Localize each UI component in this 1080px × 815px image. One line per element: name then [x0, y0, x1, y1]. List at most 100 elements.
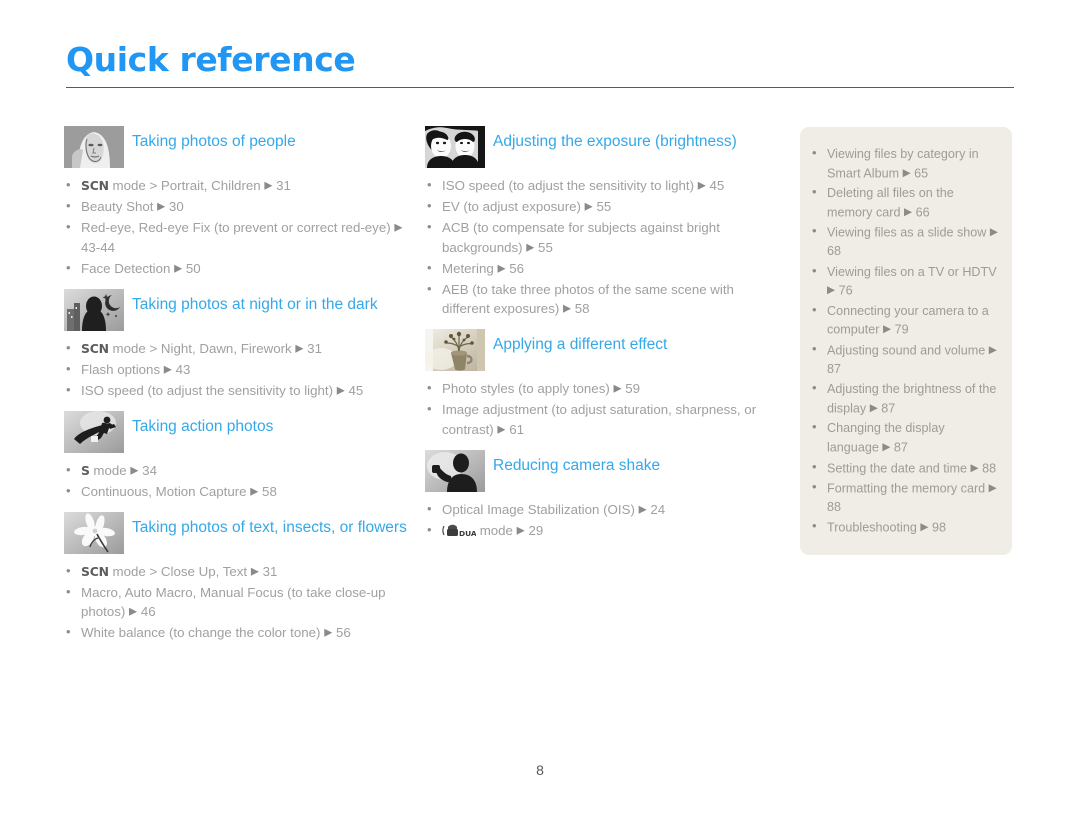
page-ref-arrow-icon: ▶ [295, 342, 304, 354]
list-item-text: Continuous, Motion Capture [81, 483, 251, 499]
page-ref-number: 55 [596, 199, 612, 214]
mode-tag: SCN [81, 563, 109, 579]
page-ref-arrow-icon: ▶ [903, 205, 913, 218]
portrait-face-thumbnail [64, 126, 124, 168]
list-item: EV (to adjust exposure) ▶ 55 [425, 196, 775, 217]
page-ref-number: 59 [625, 381, 641, 396]
section-header: Adjusting the exposure (brightness) [425, 124, 775, 170]
page-ref-arrow-icon: ▶ [157, 200, 166, 213]
two-faces-exposure-thumbnail [425, 126, 485, 168]
list-item-text: Setting the date and time [827, 461, 971, 475]
page-title: Quick reference [66, 40, 356, 79]
list-item: Troubleshooting ▶ 98 [810, 517, 998, 537]
right-column: Viewing files by category in Smart Album… [800, 127, 1012, 555]
list-item-text: Troubleshooting [827, 520, 921, 535]
section-header: Taking photos of text, insects, or flowe… [64, 510, 412, 556]
reference-section: Taking action photos S mode ▶ 34 Continuo… [64, 409, 412, 502]
page-ref-arrow-icon: ▶ [827, 284, 836, 297]
list-item: SCN mode > Portrait, Children ▶ 31 [64, 175, 412, 196]
list-item-text: Adjusting sound and volume [827, 343, 989, 358]
page-ref-arrow-icon: ▶ [250, 565, 259, 577]
page-ref-number: 56 [335, 625, 351, 640]
list-item-text: Red-eye, Red-eye Fix (to prevent or corr… [81, 220, 395, 235]
page-ref-arrow-icon: ▶ [989, 226, 998, 239]
left-column: Taking photos of people SCN mode > Portr… [64, 124, 412, 651]
list-item: AEB (to take three photos of the same sc… [425, 279, 775, 320]
page-ref-number: 30 [168, 199, 184, 214]
reference-section: Adjusting the exposure (brightness) ISO … [425, 124, 775, 319]
page-ref-arrow-icon: ▶ [613, 382, 622, 395]
page-ref-arrow-icon: ▶ [394, 221, 403, 234]
list-item-text: ACB (to compensate for subjects against … [442, 220, 720, 255]
page-ref-arrow-icon: ▶ [562, 302, 572, 315]
page-ref-number: 68 [827, 244, 842, 259]
page-ref-number: 87 [827, 362, 842, 377]
list-item-text: ISO speed (to adjust the sensitivity to … [81, 382, 337, 398]
page-ref-arrow-icon: ▶ [869, 401, 878, 414]
page-ref-number: 58 [262, 483, 277, 499]
list-item: Viewing files on a TV or HDTV ▶ 76 [810, 262, 998, 301]
list-item: Image adjustment (to adjust saturation, … [425, 399, 775, 440]
list-item-text: Optical Image Stabilization (OIS) [442, 501, 639, 517]
svg-text:DUAL: DUAL [459, 529, 476, 538]
section-header: Applying a different effect [425, 327, 775, 373]
section-title: Taking photos at night or in the dark [132, 295, 378, 313]
list-item-text: EV (to adjust exposure) [442, 199, 585, 214]
middle-column: Adjusting the exposure (brightness) ISO … [425, 124, 775, 549]
page-ref-number: 31 [276, 178, 291, 193]
page-ref-number: 76 [838, 283, 853, 298]
section-title: Reducing camera shake [493, 456, 661, 474]
list-item-text: Viewing files as a slide show [827, 225, 990, 240]
page-ref-number: 87 [893, 440, 908, 455]
section-header: Taking photos at night or in the dark [64, 287, 412, 333]
page-ref-number: 56 [509, 260, 525, 276]
section-list: SCN mode > Night, Dawn, Firework ▶ 31Fla… [64, 338, 412, 401]
page-ref-number: 58 [574, 301, 590, 316]
list-item: ACB (to compensate for subjects against … [425, 217, 775, 258]
section-header: Reducing camera shake [425, 448, 775, 494]
page-ref-arrow-icon: ▶ [526, 241, 535, 253]
list-item: Setting the date and time ▶ 88 [810, 457, 998, 478]
page-ref-number: 46 [140, 604, 156, 619]
page-ref-arrow-icon: ▶ [970, 461, 979, 474]
list-item: Adjusting the brightness of the display … [810, 379, 998, 418]
list-item-text: mode [476, 522, 517, 538]
list-item-text: Adjusting the brightness of the display [827, 382, 997, 416]
page-ref-arrow-icon: ▶ [882, 440, 891, 453]
page-ref-arrow-icon: ▶ [163, 363, 172, 375]
page-ref-arrow-icon: ▶ [324, 626, 333, 639]
section-list: SCN mode > Portrait, Children ▶ 31Beauty… [64, 175, 412, 279]
page-ref-arrow-icon: ▶ [497, 423, 506, 435]
section-list: Photo styles (to apply tones) ▶ 59 Image … [425, 378, 775, 440]
list-item: Beauty Shot ▶ 30 [64, 196, 412, 217]
flower-macro-thumbnail [64, 511, 124, 554]
page-ref-arrow-icon: ▶ [497, 262, 506, 274]
mode-tag: SCN [81, 340, 109, 356]
section-list: ISO speed (to adjust the sensitivity to … [425, 175, 775, 320]
page-ref-arrow-icon: ▶ [988, 482, 997, 495]
list-item: Deleting all files on the memory card ▶ … [810, 183, 998, 222]
list-item-text: Image adjustment (to adjust saturation, … [442, 402, 757, 437]
reference-section: Taking photos of people SCN mode > Portr… [64, 124, 412, 279]
page-ref-arrow-icon: ▶ [638, 503, 647, 515]
list-item: DUAL mode ▶ 29 [425, 520, 775, 541]
page-ref-number: 34 [142, 462, 157, 478]
page-ref-arrow-icon: ▶ [336, 384, 345, 396]
page-ref-number: 87 [881, 401, 896, 416]
list-item-text: Deleting all files on the memory card [827, 186, 954, 220]
list-item: SCN mode > Close Up, Text ▶ 31 [64, 561, 412, 582]
page-ref-number: 88 [982, 461, 997, 475]
list-item: Viewing files by category in Smart Album… [810, 144, 998, 183]
list-item: S mode ▶ 34 [64, 460, 412, 481]
section-title: Taking action photos [132, 417, 274, 435]
section-title: Taking photos of people [132, 133, 296, 150]
page-ref-number: 45 [348, 382, 364, 398]
page-ref-arrow-icon: ▶ [988, 343, 997, 356]
list-item-text: Macro, Auto Macro, Manual Focus (to take… [81, 584, 386, 620]
list-item-text: Face Detection [81, 260, 175, 276]
title-divider [66, 87, 1014, 88]
page-ref-number: 98 [931, 520, 946, 535]
section-header: Taking photos of people [64, 124, 412, 170]
list-item-text: mode > Portrait, Children [108, 178, 265, 193]
page-ref-number: 88 [827, 500, 842, 515]
